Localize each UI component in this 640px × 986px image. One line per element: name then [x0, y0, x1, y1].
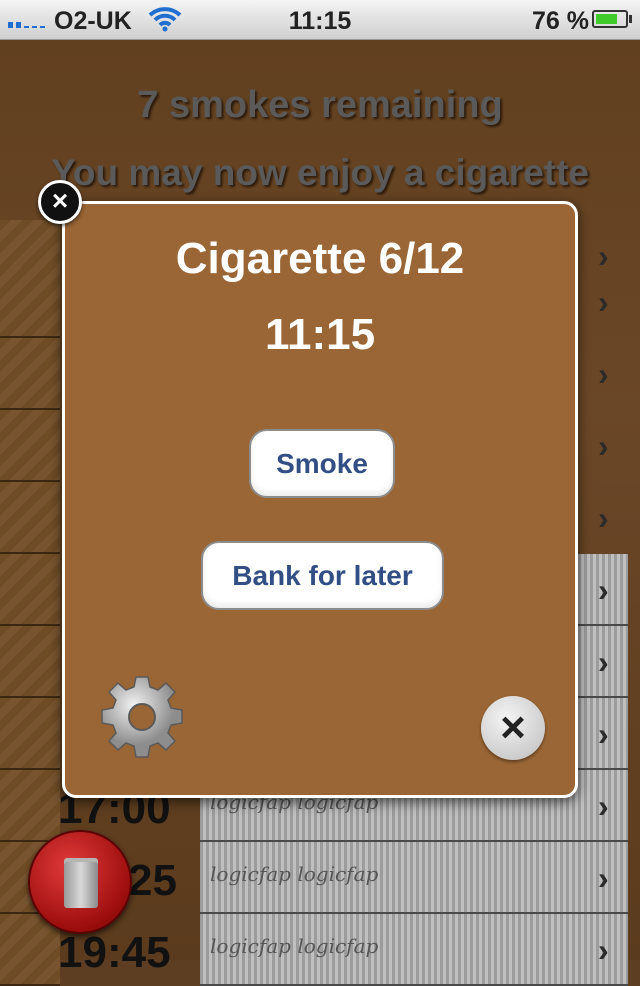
battery-icon	[592, 10, 628, 28]
chevron-right-icon: ›	[598, 860, 609, 896]
chevron-right-icon: ›	[598, 356, 609, 392]
chevron-right-icon: ›	[598, 500, 609, 536]
status-message: You may now enjoy a cigarette	[50, 152, 590, 193]
gear-icon[interactable]	[99, 674, 185, 760]
dismiss-button[interactable]: ×	[481, 696, 545, 760]
cigarette-dialog: Cigarette 6/12 11:15 Smoke Bank for late…	[62, 201, 578, 798]
smokes-remaining-label: 7 smokes remaining	[137, 84, 503, 126]
status-bar: O2-UK 11:15 76 %	[0, 0, 640, 40]
tobacco-texture	[0, 410, 60, 482]
tobacco-texture	[0, 266, 60, 338]
tobacco-texture	[0, 554, 60, 626]
close-icon: ×	[500, 703, 526, 752]
paper-script-text: logicfap logicfap	[210, 862, 379, 886]
close-dialog-button[interactable]: ×	[38, 180, 82, 224]
chevron-right-icon: ›	[598, 572, 609, 608]
lighter-button[interactable]	[28, 830, 132, 934]
bank-for-later-button[interactable]: Bank for later	[201, 541, 444, 610]
smoke-button[interactable]: Smoke	[249, 429, 395, 498]
paper-script-text: logicfap logicfap	[210, 934, 379, 958]
dialog-title: Cigarette 6/12	[175, 234, 465, 283]
chevron-right-icon: ›	[598, 932, 609, 968]
chevron-right-icon: ›	[598, 644, 609, 680]
battery-percent: 76 %	[532, 7, 589, 35]
chevron-right-icon: ›	[598, 284, 609, 320]
row-time: 19:45	[58, 928, 171, 977]
tobacco-texture	[0, 482, 60, 554]
tobacco-texture	[0, 626, 60, 698]
chevron-right-icon: ›	[598, 716, 609, 752]
chevron-right-icon: ›	[598, 788, 609, 824]
tobacco-texture	[0, 770, 60, 842]
dialog-time: 11:15	[264, 310, 376, 359]
tobacco-texture	[0, 338, 60, 410]
battery-tip	[629, 15, 632, 23]
battery-fill	[596, 14, 618, 24]
tobacco-texture	[0, 698, 60, 770]
row-time: 25	[128, 856, 177, 905]
lighter-body	[64, 862, 98, 908]
chevron-right-icon: ›	[598, 428, 609, 464]
